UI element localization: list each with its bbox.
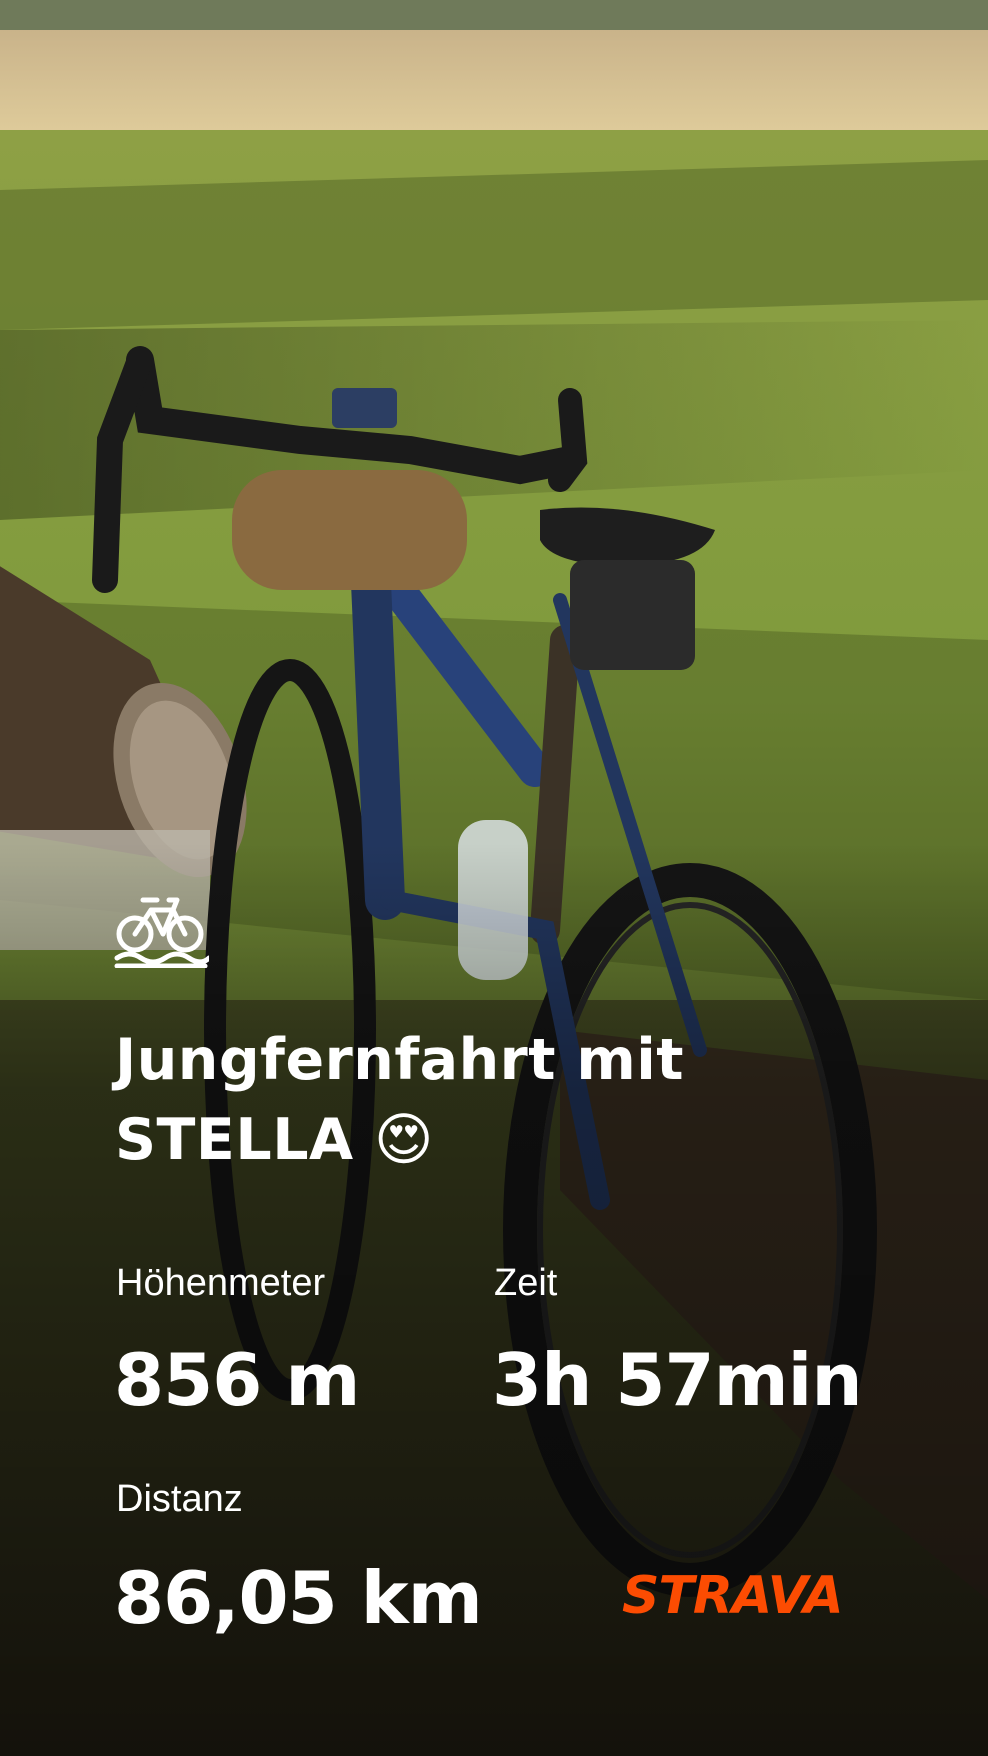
strava-logo: STRAVA [622,1566,844,1626]
distance-label: Distanz [116,1478,243,1520]
time-label: Zeit [494,1262,558,1304]
elevation-label: Höhenmeter [116,1262,326,1304]
strava-story-card: Jungfernfahrt mit STELLA 😍 Höhenmeter 85… [0,0,988,1756]
distance-value: 86,05 km [114,1556,483,1640]
activity-title: Jungfernfahrt mit STELLA 😍 [115,1027,685,1173]
bike-icon [114,897,209,968]
time-value: 3h 57min [492,1338,863,1422]
elevation-value: 856 m [114,1338,360,1422]
